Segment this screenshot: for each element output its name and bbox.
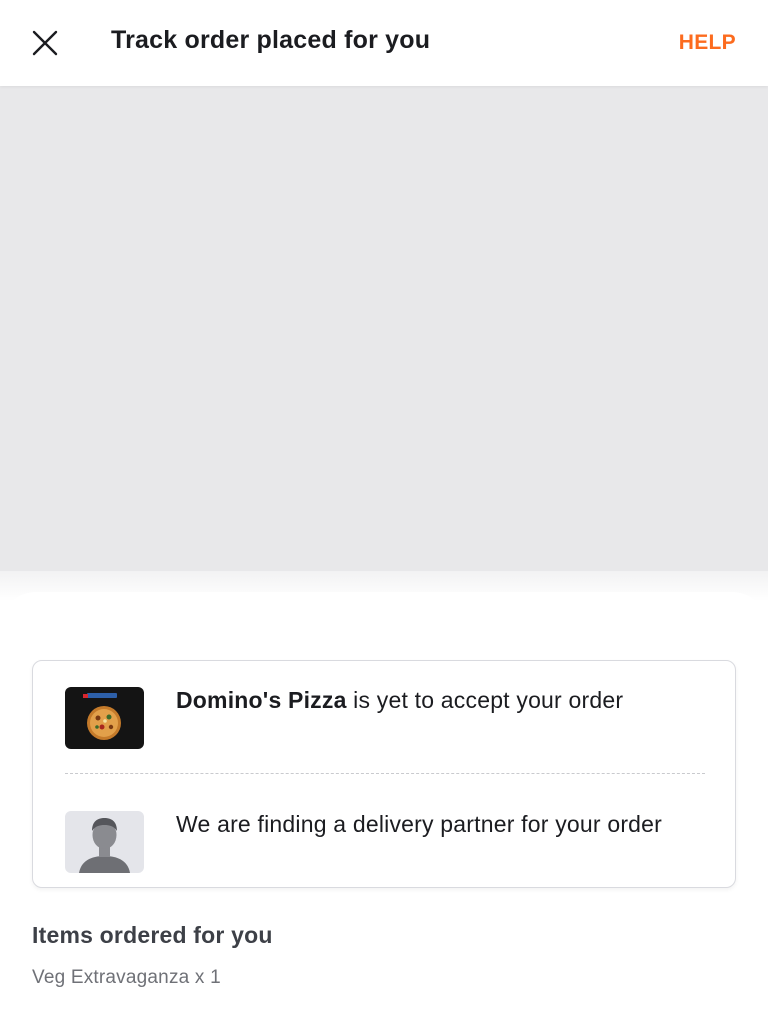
dashed-divider — [65, 773, 705, 774]
delivery-status-row: We are finding a delivery partner for yo… — [33, 797, 735, 873]
delivery-status-text: We are finding a delivery partner for yo… — [176, 811, 663, 837]
items-section-title: Items ordered for you — [32, 922, 273, 948]
restaurant-thumbnail — [65, 687, 144, 749]
restaurant-name: Domino's Pizza — [176, 687, 347, 713]
close-button[interactable] — [24, 22, 66, 64]
delivery-partner-avatar-icon — [79, 818, 130, 873]
order-status-card: Domino's Pizza is yet to accept your ord… — [32, 660, 736, 888]
delivery-partner-avatar — [65, 811, 144, 873]
restaurant-status-text: Domino's Pizza is yet to accept your ord… — [176, 685, 696, 715]
pizza-icon — [83, 693, 121, 740]
map-view[interactable] — [0, 86, 768, 571]
ordered-item: Veg Extravaganza x 1 — [32, 967, 221, 988]
top-bar: Track order placed for you HELP — [0, 0, 768, 86]
page-title: Track order placed for you — [111, 26, 431, 54]
close-icon — [32, 30, 58, 56]
restaurant-status-row: Domino's Pizza is yet to accept your ord… — [33, 685, 735, 751]
restaurant-status-message: is yet to accept your order — [346, 687, 624, 713]
help-button[interactable]: HELP — [679, 31, 736, 55]
